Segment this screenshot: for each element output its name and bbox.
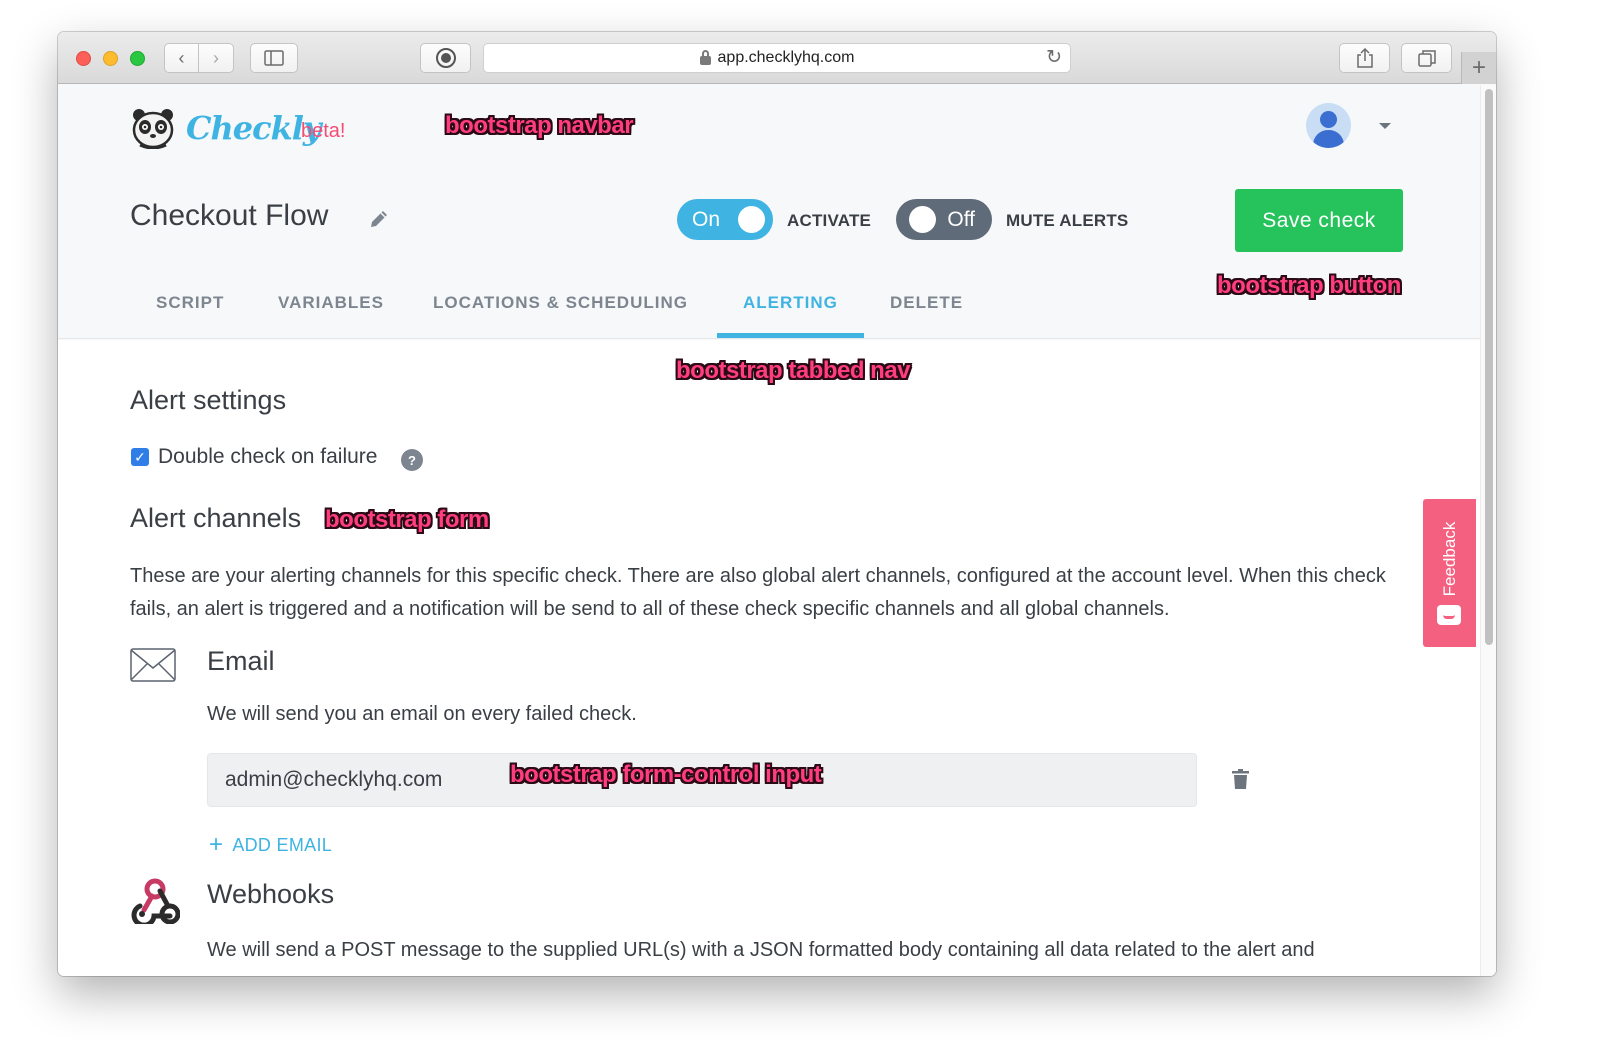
chevron-right-icon: › — [213, 47, 219, 68]
page-scrollbar[interactable] — [1480, 85, 1496, 976]
check-header: Checkly beta! bootstrap navbar Checkout … — [58, 85, 1480, 339]
double-check-label[interactable]: Double check on failure — [158, 445, 377, 469]
question-circle-icon[interactable]: ? — [401, 449, 423, 471]
mute-alerts-toggle[interactable]: Off — [896, 199, 992, 240]
forward-button[interactable]: › — [198, 43, 234, 73]
chevron-left-icon: ‹ — [178, 47, 185, 68]
tabs-icon — [1417, 50, 1436, 67]
avatar-head — [1320, 111, 1337, 128]
new-tab-button[interactable]: + — [1461, 52, 1496, 84]
avatar-body — [1313, 130, 1344, 148]
pencil-icon[interactable] — [367, 207, 391, 231]
activate-toggle[interactable]: On — [677, 199, 773, 240]
active-tab-indicator — [717, 333, 864, 338]
plus-icon: + — [209, 831, 224, 858]
lock-icon — [699, 49, 711, 65]
sidebar-icon — [264, 50, 284, 66]
tabs-overview-button[interactable] — [1401, 43, 1452, 73]
sidebar-toggle-button[interactable] — [250, 43, 298, 73]
minimize-window-button[interactable] — [103, 51, 118, 66]
close-window-button[interactable] — [76, 51, 91, 66]
webhooks-channel-description: We will send a POST message to the suppl… — [207, 939, 1315, 961]
smiley-icon — [1437, 605, 1461, 625]
url-text: app.checklyhq.com — [717, 49, 855, 66]
page-title: Checkout Flow — [130, 199, 329, 232]
alert-channels-heading: Alert channels — [130, 503, 302, 533]
toggle-knob — [909, 206, 936, 233]
share-icon — [1356, 47, 1373, 68]
reader-button[interactable] — [420, 43, 471, 73]
scrollbar-thumb[interactable] — [1485, 89, 1493, 645]
webhook-icon — [131, 878, 180, 924]
back-button[interactable]: ‹ — [164, 43, 199, 73]
mute-alerts-caption: MUTE ALERTS — [1006, 211, 1129, 230]
zoom-window-button[interactable] — [130, 51, 145, 66]
user-avatar-icon[interactable] — [1306, 103, 1351, 148]
page-viewport: Checkly beta! bootstrap navbar Checkout … — [58, 85, 1480, 976]
activate-toggle-state: On — [692, 208, 721, 231]
annotation-tabbed-nav: bootstrap tabbed nav — [676, 357, 911, 384]
reload-icon[interactable]: ↻ — [1046, 46, 1062, 69]
add-email-button[interactable]: + ADD EMAIL — [209, 831, 332, 859]
double-check-checkbox[interactable]: ✓ — [131, 448, 149, 466]
annotation-input: bootstrap form-control input — [510, 761, 822, 788]
tab-delete[interactable]: DELETE — [890, 293, 963, 313]
email-channel-description: We will send you an email on every faile… — [207, 703, 637, 725]
address-bar[interactable]: app.checklyhq.com ↻ — [483, 43, 1071, 73]
toggle-knob — [738, 206, 765, 233]
annotation-button: bootstrap button — [1217, 272, 1401, 299]
email-channel-heading: Email — [207, 646, 275, 676]
alert-channels-description: These are your alerting channels for thi… — [130, 565, 1386, 620]
envelope-icon — [130, 648, 176, 682]
mute-toggle-state: Off — [947, 208, 975, 231]
save-check-button[interactable]: Save check — [1235, 189, 1403, 252]
alerting-panel: bootstrap tabbed nav Alert settings ✓ Do… — [58, 340, 1480, 976]
trash-icon[interactable] — [1232, 769, 1249, 789]
tab-alerting[interactable]: ALERTING — [743, 293, 838, 313]
add-email-label: ADD EMAIL — [232, 834, 333, 855]
annotation-form: bootstrap form — [325, 506, 489, 533]
beta-badge: beta! — [301, 120, 346, 142]
panda-logo-icon[interactable] — [130, 107, 176, 149]
browser-toolbar: ‹ › app.checklyhq.com ↻ + — [58, 32, 1496, 84]
plus-icon: + — [1471, 54, 1486, 81]
browser-window: ‹ › app.checklyhq.com ↻ + Checkly beta! … — [58, 32, 1496, 976]
feedback-label: Feedback — [1440, 521, 1459, 597]
webhooks-channel-heading: Webhooks — [207, 879, 335, 909]
alert-settings-heading: Alert settings — [130, 385, 287, 415]
chevron-down-icon[interactable] — [1379, 123, 1391, 129]
share-button[interactable] — [1339, 43, 1390, 73]
feedback-tab[interactable]: Feedback — [1423, 499, 1476, 647]
tab-script[interactable]: SCRIPT — [156, 293, 224, 313]
tab-locations-scheduling[interactable]: LOCATIONS & SCHEDULING — [433, 293, 688, 313]
annotation-navbar: bootstrap navbar — [445, 112, 634, 139]
checkmark-icon: ✓ — [134, 448, 146, 465]
activate-caption: ACTIVATE — [787, 211, 872, 230]
reader-icon — [435, 48, 456, 68]
tab-variables[interactable]: VARIABLES — [278, 293, 384, 313]
